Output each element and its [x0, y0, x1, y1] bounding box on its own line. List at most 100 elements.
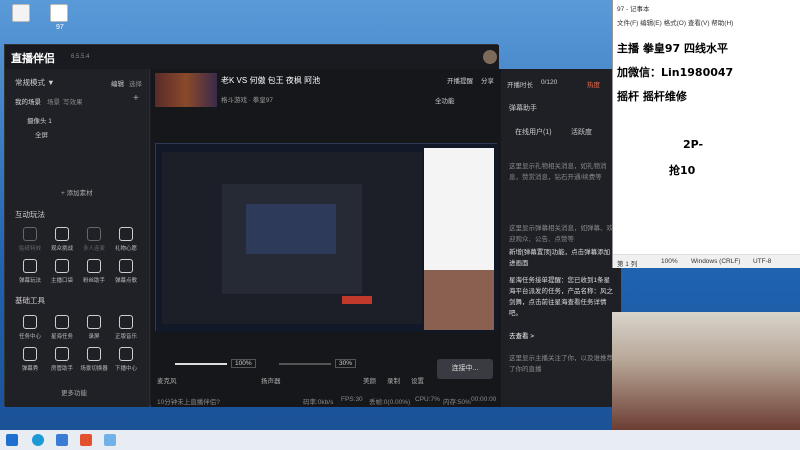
- tip-starsea-task[interactable]: 星海任务接单提醒：您已收到1条星海平台派发的任务，产品名称：风之剑舞，点击前往星…: [509, 275, 615, 319]
- download-music-icon: [119, 315, 133, 329]
- go-view-link[interactable]: 去查看 >: [509, 331, 615, 342]
- status-mem: 内存:50%: [443, 399, 471, 406]
- notepad-line-1[interactable]: 主播 拳皇97 四线水平: [617, 40, 728, 56]
- ad-icon: [55, 315, 69, 329]
- app-icon[interactable]: [56, 434, 68, 446]
- mic-icon: [87, 227, 101, 241]
- edit-link[interactable]: 编辑: [111, 78, 124, 88]
- gift-icon: [119, 227, 133, 241]
- center-panel: 老K VS 何傲 包王 夜枫 阿池 格斗游戏 · 拳皇97 开播提醒 分享 全功…: [151, 69, 501, 407]
- fullfunction-button[interactable]: 全功能: [435, 95, 455, 105]
- scene-switcher-tool[interactable]: 场景切换器: [79, 347, 109, 372]
- app-logo: 直播伴侣: [11, 53, 55, 65]
- more-features-button[interactable]: 更多功能: [61, 387, 87, 397]
- danmaku-play-tool[interactable]: 弹幕玩法: [15, 259, 45, 284]
- live-companion-window: 直播伴侣 6.5.5.4 常规模式 ▼ 编辑 选择 我的场景 场景 写效果 + …: [4, 44, 621, 407]
- start-icon[interactable]: [6, 434, 18, 446]
- taskbar: [0, 430, 800, 450]
- webcam-overlay: [612, 312, 800, 432]
- stream-title[interactable]: 老K VS 何傲 包王 夜枫 阿池: [221, 75, 320, 86]
- desktop-icon-file[interactable]: [12, 4, 30, 22]
- shield-check-icon: [55, 347, 69, 361]
- tab-activity[interactable]: 活跃度: [571, 127, 592, 137]
- status-dropframe: 丢帧:0(0.00%): [369, 399, 411, 406]
- speaker-label: 扬声器: [261, 378, 281, 385]
- assistant-title: 弹幕助手: [509, 105, 537, 112]
- preview-canvas: [156, 144, 498, 332]
- edge-icon[interactable]: [32, 434, 44, 446]
- danmaku-show-tool[interactable]: 弹幕秀: [15, 347, 45, 372]
- notepad-line-3[interactable]: 摇杆 摇杆维修: [617, 88, 687, 104]
- app-titlebar: 直播伴侣 6.5.5.4: [5, 45, 499, 69]
- stream-cover[interactable]: [155, 73, 217, 107]
- menu-file[interactable]: 文件(F): [617, 20, 638, 27]
- notepad-line-4[interactable]: 2P-: [683, 138, 703, 151]
- menu-format[interactable]: 格式(O): [664, 20, 686, 27]
- record-icon: [87, 315, 101, 329]
- tab-online-users[interactable]: 在线用户(1): [515, 127, 552, 137]
- record-screen-tool[interactable]: 录屏: [79, 315, 109, 340]
- record-button[interactable]: 录制: [387, 375, 400, 385]
- scene-tab-effect[interactable]: 写效果: [63, 96, 83, 106]
- offline-center-tool[interactable]: 下播中心: [111, 347, 141, 372]
- stream-preview[interactable]: [155, 143, 498, 332]
- beauty-button[interactable]: 美颜: [363, 375, 376, 385]
- status-tip[interactable]: 10分钟未上直播伴侣?: [157, 396, 220, 406]
- source-fullscreen[interactable]: 全屏: [35, 129, 48, 139]
- room-manager-tool[interactable]: 房管助手: [47, 347, 77, 372]
- follow-message-area: 这里显示主播关注了你，以及谁推荐了你的直播: [509, 355, 613, 373]
- mic-label: 麦克风: [157, 378, 177, 385]
- mic-slider[interactable]: [175, 363, 227, 365]
- gift-message-area: 这里显示礼物相关消息，如礼物消息，赞赏消息，钻石开通/续费等: [509, 163, 607, 181]
- menu-edit[interactable]: 编辑(E): [640, 20, 662, 27]
- settings-button[interactable]: 设置: [411, 375, 424, 385]
- basic-tools-title: 基础工具: [15, 296, 45, 305]
- notepad-line-2[interactable]: 加微信：Lin1980047: [617, 64, 733, 80]
- switch-icon: [87, 347, 101, 361]
- menu-help[interactable]: 帮助(H): [711, 20, 733, 27]
- starsea-task-tool[interactable]: 星海任务: [47, 315, 77, 340]
- danmaku-message-area: 这里显示弹幕相关消息，如弹幕、欢迎观众、公告、点赞等: [509, 225, 613, 243]
- notepad-icon[interactable]: [104, 434, 116, 446]
- left-panel: 常规模式 ▼ 编辑 选择 我的场景 场景 写效果 + 摄像头 1 全屏 + 添加…: [5, 69, 150, 407]
- speaker-volume[interactable]: 30%: [335, 359, 357, 368]
- viewers: 0/120: [541, 79, 558, 86]
- gift-wish-tool[interactable]: 礼物心愿: [111, 227, 141, 252]
- source-camera[interactable]: 摄像头 1: [27, 115, 52, 125]
- mode-select[interactable]: 常规模式 ▼: [15, 77, 55, 88]
- share-button[interactable]: 分享: [481, 75, 494, 85]
- notice-button[interactable]: 开播提醒: [447, 75, 473, 85]
- app-version: 6.5.5.4: [71, 54, 90, 60]
- mic-volume[interactable]: 100%: [231, 359, 256, 368]
- fans-assistant-tool[interactable]: 粉丝助手: [79, 259, 109, 284]
- multi-link-tool[interactable]: 多人连麦: [79, 227, 109, 252]
- scene-tab-scene[interactable]: 场景: [47, 96, 60, 106]
- desktop-icon-97[interactable]: [50, 4, 68, 22]
- notepad-line-5[interactable]: 抢10: [669, 162, 695, 178]
- live-app-icon[interactable]: [80, 434, 92, 446]
- anchor-pocket-tool[interactable]: 主播口袋: [47, 259, 77, 284]
- menu-view[interactable]: 查看(V): [688, 20, 710, 27]
- audience-challenge-tool[interactable]: 观众挑战: [47, 227, 77, 252]
- download-icon: [23, 259, 37, 273]
- tip-pin-danmaku[interactable]: 新增[弹幕置顶]功能，点击弹幕添加进画面: [509, 247, 615, 269]
- status-fps: FPS:30: [341, 396, 363, 403]
- music-tool[interactable]: 正版音乐: [111, 315, 141, 340]
- select-link[interactable]: 选择: [129, 78, 142, 88]
- heart-icon: [87, 259, 101, 273]
- notepad-title: 97 - 记事本: [617, 6, 650, 13]
- task-center-tool[interactable]: 任务中心: [15, 315, 45, 340]
- notepad-menu: 文件(F) 编辑(E) 格式(O) 查看(V) 帮助(H): [617, 17, 733, 27]
- stream-category[interactable]: 格斗游戏 · 拳皇97: [221, 94, 273, 104]
- add-scene-icon[interactable]: +: [133, 93, 139, 104]
- status-cpu: CPU:7%: [415, 396, 440, 403]
- song-request-tool[interactable]: 弹幕点歌: [111, 259, 141, 284]
- scene-tab-mine[interactable]: 我的场景: [15, 96, 41, 106]
- start-stream-button[interactable]: 连接中...: [437, 359, 493, 379]
- add-source-button[interactable]: + 添加素材: [61, 187, 93, 197]
- sticker-tool[interactable]: 贴纸特效: [15, 227, 45, 252]
- avatar[interactable]: [483, 50, 497, 64]
- speaker-slider[interactable]: [279, 363, 331, 365]
- task-icon: [23, 315, 37, 329]
- desktop-label-97: 97: [56, 24, 64, 31]
